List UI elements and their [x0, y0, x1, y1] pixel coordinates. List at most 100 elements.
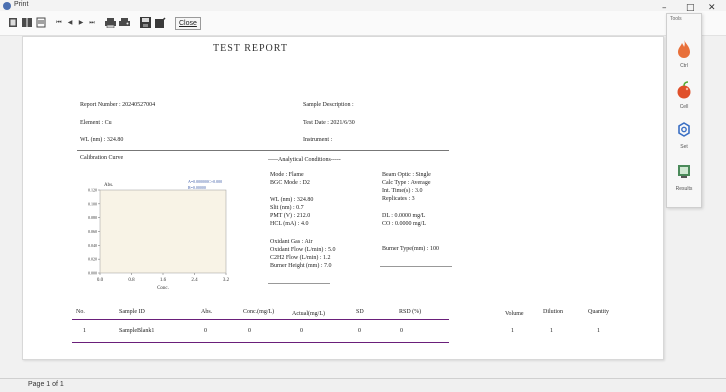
condition-int-time: Int. Time(s) : 3.0 — [382, 188, 423, 194]
gear-icon — [678, 122, 690, 137]
conditions-divider-right — [380, 266, 452, 267]
calibration-chart: 0.000 0.020 0.040 0.060 0.080 0.100 0.120 0.0 0.… — [88, 179, 230, 291]
col-header-actual: Actual(mg/L) — [292, 311, 325, 317]
cell-rsd: 0 — [400, 328, 403, 334]
condition-mode: Mode : Flame — [270, 172, 304, 178]
instrument: Instrument : — [303, 137, 333, 143]
cell-abs: 0 — [204, 328, 207, 334]
equation-line: A=0.000000C+0.000 — [188, 179, 222, 184]
condition-pmt: PMT (V) : 212.0 — [270, 213, 311, 219]
palette-item-set[interactable]: Set — [671, 120, 697, 156]
test-date: Test Date : 2021/6/30 — [303, 120, 355, 126]
print-icon[interactable] — [105, 17, 116, 29]
y-tick-label: 0.080 — [88, 215, 97, 220]
condition-c2h2-flow: C2H2 Flow (L/min) : 1.2 — [270, 255, 331, 261]
condition-replicates: Replicates : 3 — [382, 196, 415, 202]
y-tick-label: 0.100 — [88, 201, 97, 206]
condition-calc-type: Calc Type : Average — [382, 180, 431, 186]
palette-item-ctrl[interactable]: Ctrl — [671, 39, 697, 75]
cell-sample-id: SampleBlank1 — [119, 328, 155, 334]
x-axis-label: Conc. — [157, 286, 169, 291]
table-header-line — [72, 319, 449, 320]
x-tick-label: 0.8 — [128, 278, 135, 283]
condition-co: CO : 0.0000 mg/L — [382, 221, 427, 227]
y-tick-label: 0.060 — [88, 229, 97, 234]
cell-volume: 1 — [511, 328, 514, 334]
x-tick-label: 3.2 — [223, 278, 230, 283]
palette-item-results[interactable]: Results — [671, 162, 697, 198]
y-tick-label: 0.040 — [88, 243, 97, 248]
report-number: Report Number : 20240527004 — [80, 102, 156, 108]
palette-title: Tools — [670, 16, 682, 22]
x-tick-label: 1.6 — [160, 278, 167, 283]
apple-icon — [677, 81, 691, 99]
flame-icon — [678, 40, 690, 58]
cell-dilution: 1 — [550, 328, 553, 334]
palette-label-results: Results — [675, 186, 693, 192]
calibration-title: Calibration Curve — [80, 155, 124, 161]
wavelength: WL (nm) : 324.80 — [80, 137, 124, 143]
title-bar: Print – □ ✕ — [0, 0, 726, 13]
conditions-divider-left — [268, 283, 330, 284]
toolbar: ⏮ ◀ ▶ ⏭ Close — [0, 11, 726, 36]
condition-slit: Slit (nm) : 0.7 — [270, 205, 304, 211]
condition-hcl: HCL (mA) : 4.0 — [270, 221, 309, 227]
condition-bgc: BGC Mode : D2 — [270, 180, 310, 186]
export-icon[interactable] — [155, 17, 166, 29]
condition-beam-optic: Beam Optic : Single — [382, 172, 431, 178]
single-page-icon[interactable] — [8, 17, 18, 29]
cell-conc: 0 — [248, 328, 251, 334]
y-axis-label: Abs. — [104, 183, 113, 188]
close-button[interactable]: Close — [175, 17, 201, 30]
table-bottom-line — [72, 342, 449, 343]
palette-label-cell: Cell — [679, 104, 689, 110]
x-tick-label: 0.0 — [97, 278, 104, 283]
x-tick-label: 2.4 — [191, 278, 198, 283]
col-header-dilution: Dilution — [543, 309, 564, 315]
col-header-quantity: Quantity — [588, 309, 609, 315]
condition-burner-type: Burner Type(mm) : 100 — [382, 246, 439, 252]
col-header-conc: Conc.(mg/L) — [243, 309, 275, 315]
status-bar: Page 1 of 1 — [0, 378, 726, 392]
palette-label-set: Set — [680, 144, 688, 150]
condition-oxidant-flow: Oxidant Flow (L/min) : 5.0 — [270, 247, 336, 253]
col-header-abs: Abs. — [201, 309, 213, 315]
palette-label-ctrl: Ctrl — [680, 63, 688, 69]
col-header-sd: SD — [356, 309, 364, 315]
next-page-icon[interactable]: ▶ — [77, 17, 85, 29]
cell-actual: 0 — [300, 328, 303, 334]
condition-oxidant-gas: Oxidant Gas : Air — [270, 239, 313, 245]
save-icon[interactable] — [140, 17, 151, 29]
print-setup-icon[interactable] — [119, 17, 130, 29]
y-tick-label: 0.000 — [88, 271, 97, 276]
condition-wl: WL (nm) : 324.80 — [270, 197, 314, 203]
cell-no: 1 — [83, 328, 86, 334]
sample-description: Sample Description : — [303, 102, 354, 108]
col-header-rsd: RSD (%) — [399, 309, 422, 315]
equation-line: R=0.00000 — [188, 185, 206, 190]
first-page-icon[interactable]: ⏮ — [55, 17, 63, 29]
y-tick-label: 0.120 — [88, 188, 97, 193]
y-tick-label: 0.020 — [88, 257, 97, 262]
col-header-no: No. — [76, 309, 85, 315]
palette-item-cell[interactable]: Cell — [671, 80, 697, 116]
col-header-volume: Volume — [505, 311, 524, 317]
condition-burner-height: Burner Height (mm) : 7.0 — [270, 263, 332, 269]
app-icon — [3, 2, 11, 10]
two-page-icon[interactable] — [22, 17, 32, 29]
monitor-icon — [678, 165, 690, 178]
header-divider — [77, 150, 449, 151]
tool-palette: Tools Ctrl Cell Set Results — [666, 13, 702, 208]
element: Element : Cu — [80, 120, 112, 126]
col-header-sample-id: Sample ID — [119, 309, 145, 315]
report-title: TEST REPORT — [213, 43, 288, 54]
analytical-title: -----Analytical Conditions----- — [268, 157, 341, 163]
cell-sd: 0 — [358, 328, 361, 334]
window-title: Print — [14, 1, 29, 8]
page-indicator: Page 1 of 1 — [28, 381, 64, 388]
last-page-icon[interactable]: ⏭ — [88, 17, 96, 29]
chart-plot-area — [99, 189, 227, 274]
prev-page-icon[interactable]: ◀ — [66, 17, 74, 29]
zoom-icon[interactable] — [36, 17, 46, 29]
cell-quantity: 1 — [597, 328, 600, 334]
